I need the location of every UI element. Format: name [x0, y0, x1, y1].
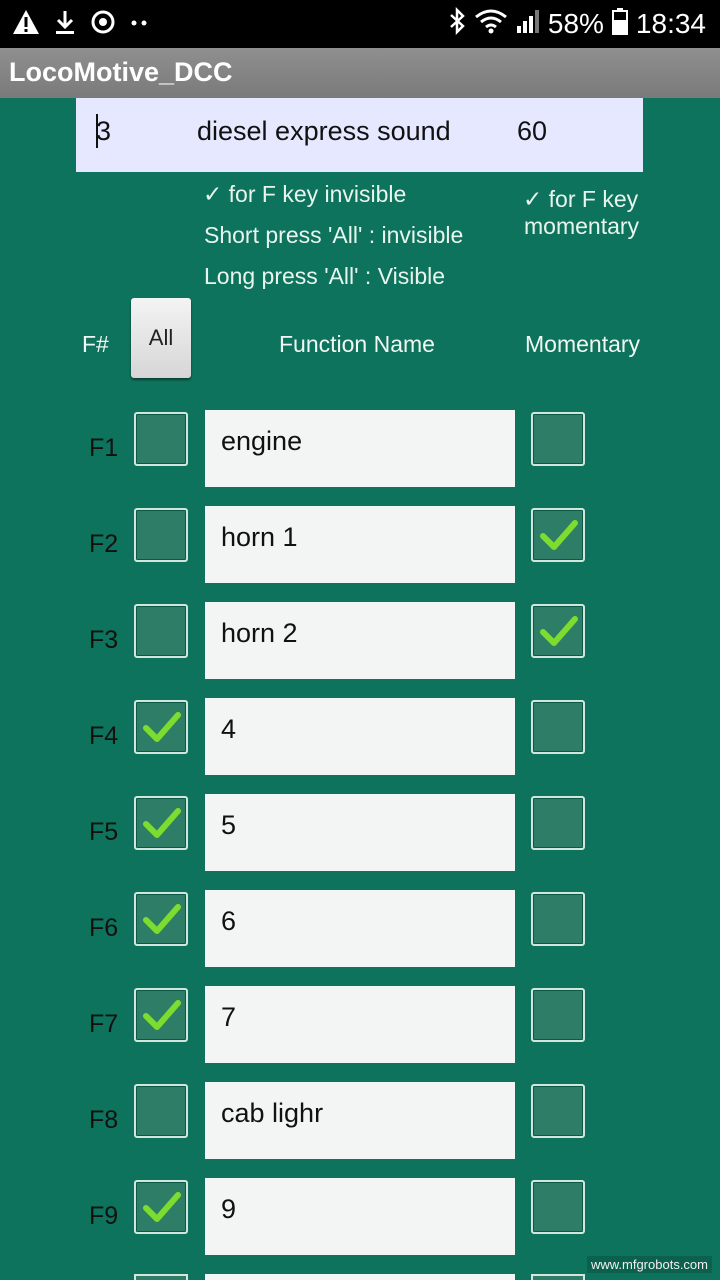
function-name-input[interactable]: horn 1	[205, 506, 515, 583]
loco-info-row[interactable]: 3 diesel express sound 60	[76, 98, 643, 172]
momentary-checkbox[interactable]	[531, 700, 585, 754]
invisible-checkbox[interactable]	[134, 796, 188, 850]
invisible-checkbox[interactable]	[134, 412, 188, 466]
signal-icon	[516, 8, 540, 41]
header-fnum: F#	[82, 331, 109, 357]
function-row: F2 horn 1	[0, 506, 720, 584]
battery-icon	[611, 7, 628, 42]
app-title: LocoMotive_DCC	[9, 57, 233, 87]
invisible-checkbox[interactable]	[134, 604, 188, 658]
invisible-checkbox[interactable]	[134, 988, 188, 1042]
momentary-checkbox[interactable]	[531, 796, 585, 850]
invisible-checkbox[interactable]	[134, 892, 188, 946]
invisible-checkbox[interactable]	[134, 1180, 188, 1234]
function-name-input[interactable]	[205, 1274, 515, 1280]
function-key-label: F5	[89, 818, 119, 846]
function-row: F8 cab lighr	[0, 1082, 720, 1160]
function-row: F9 9	[0, 1178, 720, 1256]
battery-percent: 58%	[547, 8, 604, 39]
momentary-checkbox[interactable]	[531, 892, 585, 946]
hint-momentary-line2: momentary	[524, 213, 640, 239]
invisible-checkbox[interactable]	[134, 508, 188, 562]
momentary-checkbox[interactable]	[531, 604, 585, 658]
checkmark-icon	[143, 1000, 181, 1030]
function-row: F6 6	[0, 890, 720, 968]
invisible-checkbox[interactable]	[134, 700, 188, 754]
more-notifications-icon	[130, 15, 148, 33]
wifi-icon	[474, 8, 508, 41]
checkmark-icon	[143, 808, 181, 838]
function-key-label: F4	[89, 722, 119, 750]
function-name-input[interactable]: 4	[205, 698, 515, 775]
all-button[interactable]: All	[131, 298, 191, 378]
momentary-checkbox[interactable]	[531, 1274, 585, 1280]
invisible-checkbox[interactable]	[134, 1274, 188, 1280]
function-row: F7 7	[0, 986, 720, 1064]
function-name-input[interactable]: cab lighr	[205, 1082, 515, 1159]
function-row-partial	[0, 1274, 720, 1280]
checkmark-icon	[540, 520, 578, 550]
momentary-checkbox[interactable]	[531, 508, 585, 562]
hint-invisible: ✓ for F key invisible	[203, 181, 407, 207]
watermark: www.mfgrobots.com	[586, 1256, 712, 1273]
function-name-input[interactable]: 5	[205, 794, 515, 871]
checkmark-icon	[143, 712, 181, 742]
loco-name[interactable]: diesel express sound	[197, 116, 451, 147]
function-name-input[interactable]: 6	[205, 890, 515, 967]
function-key-label: F2	[89, 530, 119, 558]
header-momentary: Momentary	[525, 331, 641, 357]
function-row: F3 horn 2	[0, 602, 720, 680]
hint-short-press: Short press 'All' : invisible	[204, 222, 464, 248]
loco-speed[interactable]: 60	[517, 116, 547, 147]
invisible-checkbox[interactable]	[134, 1084, 188, 1138]
momentary-checkbox[interactable]	[531, 1180, 585, 1234]
momentary-checkbox[interactable]	[531, 988, 585, 1042]
clock: 18:34	[635, 8, 706, 39]
function-key-label: F1	[89, 434, 119, 462]
header-function-name: Function Name	[279, 331, 435, 357]
function-key-label: F7	[89, 1010, 119, 1038]
checkmark-icon	[540, 616, 578, 646]
warning-icon	[12, 9, 40, 40]
checkmark-icon	[143, 904, 181, 934]
function-key-label: F9	[89, 1202, 119, 1230]
function-row: F4 4	[0, 698, 720, 776]
function-name-input[interactable]: engine	[205, 410, 515, 487]
download-icon	[54, 9, 76, 40]
function-name-input[interactable]: 9	[205, 1178, 515, 1255]
function-key-label: F8	[89, 1106, 119, 1134]
function-name-input[interactable]: horn 2	[205, 602, 515, 679]
status-bar: 58% 18:34	[0, 0, 720, 48]
checkmark-icon	[143, 1192, 181, 1222]
action-bar: LocoMotive_DCC	[0, 48, 720, 98]
loco-address[interactable]: 3	[96, 116, 111, 147]
function-row: F1 engine	[0, 410, 720, 488]
function-key-label: F6	[89, 914, 119, 942]
bluetooth-icon	[448, 6, 466, 42]
hint-long-press: Long press 'All' : Visible	[204, 263, 446, 289]
momentary-checkbox[interactable]	[531, 1084, 585, 1138]
sync-icon	[90, 9, 116, 40]
function-key-label: F3	[89, 626, 119, 654]
hint-momentary-line1: ✓ for F key	[523, 186, 639, 212]
text-cursor	[96, 114, 98, 148]
function-name-input[interactable]: 7	[205, 986, 515, 1063]
momentary-checkbox[interactable]	[531, 412, 585, 466]
function-row: F5 5	[0, 794, 720, 872]
